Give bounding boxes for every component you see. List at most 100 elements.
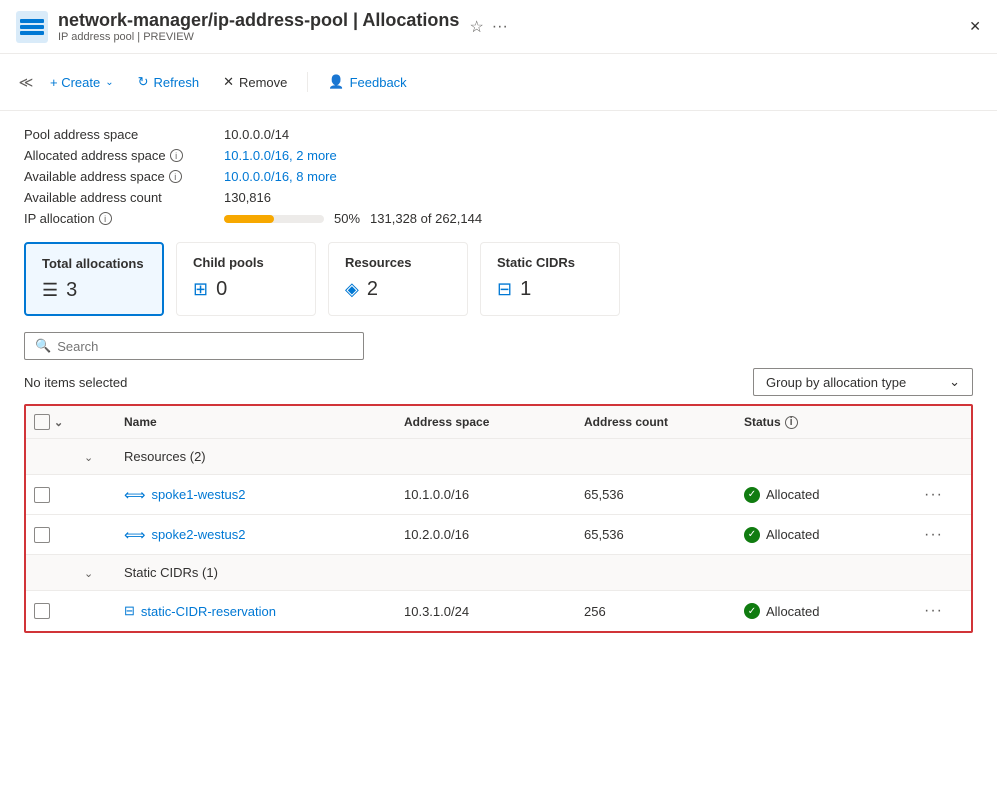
app-icon (16, 11, 48, 43)
search-icon: 🔍 (35, 338, 51, 354)
resources-group-row: ⌄ Resources (2) (26, 439, 971, 475)
allocated-address-value[interactable]: 10.1.0.0/16, 2 more (224, 148, 973, 163)
search-box[interactable]: 🔍 (24, 332, 364, 360)
row3-more-icon[interactable]: ··· (924, 602, 943, 619)
row2-expand-col (76, 527, 116, 543)
header-checkbox-col: ⌄ (26, 414, 76, 430)
ip-alloc-info-icon[interactable]: i (99, 212, 112, 225)
refresh-button[interactable]: ↻ Refresh (128, 69, 209, 95)
row2-more-icon[interactable]: ··· (924, 526, 943, 543)
row2-actions: ··· (916, 518, 966, 552)
row2-address-space: 10.2.0.0/16 (396, 519, 576, 550)
static-cidrs-card[interactable]: Static CIDRs ⊟ 1 (480, 242, 620, 316)
child-pools-card[interactable]: Child pools ⊞ 0 (176, 242, 316, 316)
allocations-table: ⌄ Name Address space Address count Statu… (24, 404, 973, 633)
available-address-value[interactable]: 10.0.0.0/16, 8 more (224, 169, 973, 184)
table-row: ⟺ spoke1-westus2 10.1.0.0/16 65,536 ✓ Al… (26, 475, 971, 515)
static-cidrs-value: ⊟ 1 (497, 278, 603, 301)
row2-address-count: 65,536 (576, 519, 736, 550)
cidr-icon: ⊟ (124, 603, 135, 619)
search-input[interactable] (57, 339, 353, 354)
group-by-dropdown[interactable]: Group by allocation type ⌄ (753, 368, 973, 396)
table-row: ⊟ static-CIDR-reservation 10.3.1.0/24 25… (26, 591, 971, 631)
total-allocations-title: Total allocations (42, 256, 146, 271)
feedback-button[interactable]: 👤 Feedback (318, 69, 416, 95)
row1-actions: ··· (916, 478, 966, 512)
ip-allocation-label: IP allocation i (24, 211, 224, 226)
header-address-space: Address space (396, 414, 576, 430)
row3-checkbox-col (26, 595, 76, 627)
stat-cards: Total allocations ☰ 3 Child pools ⊞ 0 Re… (24, 242, 973, 316)
page-subtitle: IP address pool | PREVIEW (58, 31, 459, 43)
more-options-icon[interactable]: ··· (492, 18, 508, 36)
no-items-label: No items selected (24, 375, 127, 390)
row1-address-count: 65,536 (576, 479, 736, 510)
resources-value: ◈ 2 (345, 278, 451, 301)
filter-row: No items selected Group by allocation ty… (24, 368, 973, 396)
row2-name: ⟺ spoke2-westus2 (116, 518, 396, 552)
row1-status: ✓ Allocated (736, 479, 916, 511)
feedback-label: Feedback (350, 75, 407, 90)
group2-chevron-col: ⌄ (76, 561, 116, 584)
chevron-down-icon: ⌄ (105, 77, 113, 88)
header-status: Status i (736, 414, 916, 430)
status-info-icon[interactable]: i (785, 416, 798, 429)
pool-address-label: Pool address space (24, 127, 224, 142)
table-row: ⟺ spoke2-westus2 10.2.0.0/16 65,536 ✓ Al… (26, 515, 971, 555)
available-info-icon[interactable]: i (169, 170, 182, 183)
favorite-icon[interactable]: ☆ (469, 17, 483, 37)
row3-actions: ··· (916, 594, 966, 628)
row1-expand-col (76, 487, 116, 503)
create-button[interactable]: + Create ⌄ (40, 70, 124, 95)
main-content: Pool address space 10.0.0.0/14 Allocated… (0, 111, 997, 649)
toolbar-divider (307, 72, 308, 92)
close-icon[interactable]: ✕ (969, 18, 981, 35)
row1-more-icon[interactable]: ··· (924, 486, 943, 503)
total-icon: ☰ (42, 280, 58, 301)
static-cidrs-group-row: ⌄ Static CIDRs (1) (26, 555, 971, 591)
row1-checkbox-col (26, 479, 76, 511)
page-title: network-manager/ip-address-pool | Alloca… (58, 10, 459, 31)
title-bar: network-manager/ip-address-pool | Alloca… (0, 0, 997, 54)
row1-name: ⟺ spoke1-westus2 (116, 478, 396, 512)
table-header: ⌄ Name Address space Address count Statu… (26, 406, 971, 439)
status-allocated-icon: ✓ (744, 487, 760, 503)
row3-status: ✓ Allocated (736, 595, 916, 627)
total-allocations-value: ☰ 3 (42, 279, 146, 302)
sidebar-toggle[interactable]: ≪ (16, 62, 36, 102)
row3-expand-col (76, 603, 116, 619)
row2-checkbox[interactable] (34, 527, 50, 543)
row3-name: ⊟ static-CIDR-reservation (116, 595, 396, 627)
header-chevron[interactable]: ⌄ (54, 416, 63, 429)
static-cidrs-group-chevron[interactable]: ⌄ (84, 568, 93, 580)
static-cidrs-icon: ⊟ (497, 279, 512, 300)
allocation-bar-fill (224, 215, 274, 223)
toolbar: ≪ + Create ⌄ ↻ Refresh ✕ Remove 👤 Feedba… (0, 54, 997, 111)
row2-checkbox-col (26, 519, 76, 551)
resources-group-label: Resources (2) (116, 445, 971, 468)
header-name: Name (116, 414, 396, 430)
row2-status: ✓ Allocated (736, 519, 916, 551)
status-allocated-icon: ✓ (744, 603, 760, 619)
row3-checkbox[interactable] (34, 603, 50, 619)
header-address-count: Address count (576, 414, 736, 430)
search-row: 🔍 (24, 332, 973, 360)
allocated-info-icon[interactable]: i (170, 149, 183, 162)
select-all-checkbox[interactable] (34, 414, 50, 430)
child-pools-title: Child pools (193, 255, 299, 270)
remove-button[interactable]: ✕ Remove (213, 69, 297, 95)
create-label: + Create (50, 75, 100, 90)
row1-address-space: 10.1.0.0/16 (396, 479, 576, 510)
group-chevron-col: ⌄ (76, 445, 116, 468)
header-expand-col (76, 414, 116, 430)
row1-checkbox[interactable] (34, 487, 50, 503)
group2-checkbox-col (26, 569, 76, 577)
allocation-pct: 50% (334, 211, 360, 226)
chevron-down-icon: ⌄ (949, 374, 960, 390)
group-by-label: Group by allocation type (766, 375, 906, 390)
refresh-label: Refresh (154, 75, 200, 90)
title-text: network-manager/ip-address-pool | Alloca… (58, 10, 459, 43)
resources-card[interactable]: Resources ◈ 2 (328, 242, 468, 316)
resources-group-chevron[interactable]: ⌄ (84, 452, 93, 464)
total-allocations-card[interactable]: Total allocations ☰ 3 (24, 242, 164, 316)
